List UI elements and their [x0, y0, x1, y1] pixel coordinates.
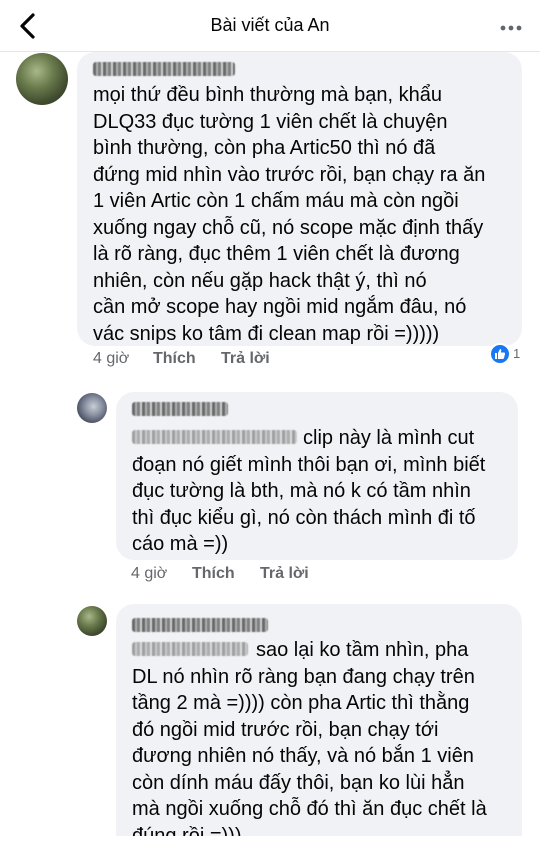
like-link[interactable]: Thích — [192, 565, 235, 583]
comment-text: sao lại ko tầm nhìn, pha DL nó nhìn rõ r… — [132, 639, 487, 846]
comment-time: 4 giờ — [93, 350, 130, 367]
reaction-count: 1 — [513, 346, 521, 361]
page-title: Bài viết của An — [210, 15, 330, 35]
reply-bubble: sao lại ko tầm nhìn, pha DL nó nhìn rõ r… — [116, 604, 522, 846]
comment-actions: 4 giờ Thích Trả lời — [0, 350, 540, 372]
avatar[interactable] — [77, 606, 107, 636]
like-link[interactable]: Thích — [153, 350, 196, 368]
top-bar: Bài viết của An — [0, 0, 540, 52]
comment-bubble: mọi thứ đều bình thường mà bạn, khẩu DLQ… — [77, 52, 522, 346]
more-button[interactable] — [500, 20, 522, 31]
author-name-blurred[interactable] — [132, 618, 268, 632]
comment-actions: 4 giờ Thích Trả lời — [0, 565, 540, 587]
avatar[interactable] — [16, 53, 68, 105]
more-dots-icon — [500, 25, 522, 31]
like-thumb-icon — [489, 343, 511, 365]
reaction-summary[interactable]: 1 — [489, 343, 523, 365]
avatar[interactable] — [77, 393, 107, 423]
comment-text: clip này là mình cut đoạn nó giết mình t… — [132, 427, 486, 555]
reply-link[interactable]: Trả lời — [260, 565, 309, 583]
comment-text: mọi thứ đều bình thường mà bạn, khẩu DLQ… — [93, 84, 486, 345]
author-name-blurred[interactable] — [93, 62, 235, 76]
screen-edge — [0, 836, 540, 846]
author-name-blurred[interactable] — [132, 402, 228, 416]
reply-bubble: clip này là mình cut đoạn nó giết mình t… — [116, 392, 518, 560]
reply-link[interactable]: Trả lời — [221, 350, 270, 368]
comment-time: 4 giờ — [131, 565, 168, 582]
